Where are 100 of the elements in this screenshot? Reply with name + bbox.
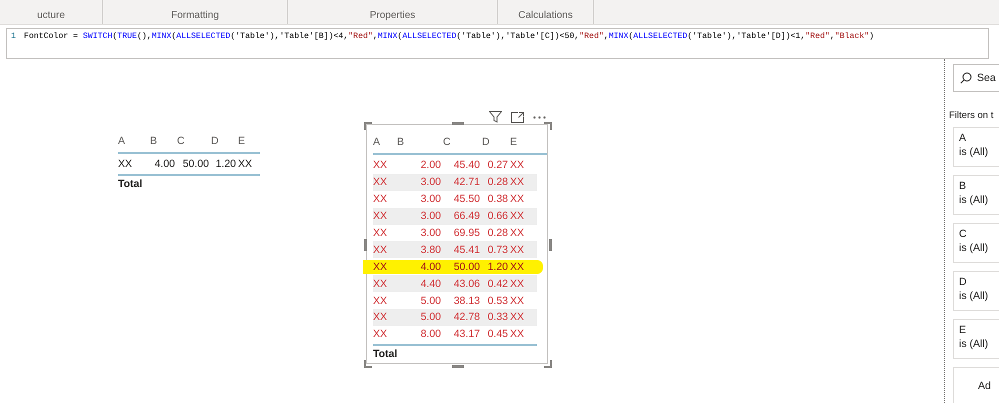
table-cell-text: XX (238, 158, 254, 170)
table-cell-text: XX (373, 244, 388, 256)
column-header[interactable]: A (118, 135, 150, 147)
table-cell-text: 50.00 (452, 260, 481, 273)
table-cell-text: 3.00 (420, 227, 442, 239)
table-cell-text: 50.00 (182, 158, 210, 170)
filter-card[interactable]: C is (All) (953, 223, 999, 263)
table-cell-text: 3.00 (420, 193, 442, 206)
table-cell-text: 0.33 (486, 311, 509, 324)
table-cell-text: 66.49 (452, 210, 481, 222)
column-header[interactable]: E (238, 135, 260, 147)
table-cell-text: 4.00 (154, 158, 176, 170)
table-cell-text: 0.53 (486, 294, 509, 307)
table-cell-text: XX (373, 260, 388, 273)
table-cell-text: 1.20 (486, 260, 509, 273)
filter-condition: is (All) (959, 193, 988, 207)
formula-field[interactable]: 1 FontColor = SWITCH(TRUE(),MINX(ALLSELECTED('Table'),'Table'[B])<4,"Red",MINX(ALLSELECTED('Table'),'Table'[C])<50,"Red",MINX(ALLSELECTED('Table'),'Table'[D])<1,"Red","Black") (6, 28, 989, 59)
filter-card[interactable]: E is (All) (953, 319, 999, 359)
total-label: Total (118, 178, 142, 190)
table-cell-text: 3.00 (420, 210, 442, 222)
column-header[interactable]: A (373, 136, 397, 148)
table-cell-text: 4.40 (420, 278, 442, 290)
focus-mode-icon[interactable] (511, 112, 524, 122)
table-cell-text: 0.28 (486, 227, 509, 239)
total-label: Total (373, 348, 398, 360)
table-cell-text: 42.78 (452, 311, 481, 324)
table-cell-text: 0.28 (486, 176, 509, 188)
table-cell-text: 45.50 (452, 193, 481, 206)
table-cell-text: XX (510, 210, 526, 222)
filter-field-name: A (959, 131, 966, 145)
table-cell-text: 0.38 (486, 193, 509, 206)
table-cell-text: 2.00 (420, 159, 442, 172)
column-header[interactable]: C (443, 136, 482, 148)
table-cell-text: XX (373, 278, 388, 290)
search-icon (960, 72, 972, 84)
filter-field-name: C (959, 227, 967, 241)
table-cell-text: XX (373, 311, 388, 324)
table-cell-text: 8.00 (420, 328, 442, 340)
table-cell-text: 1.20 (214, 158, 237, 170)
table-cell-text: 42.71 (452, 176, 481, 188)
table-cell-text: XX (510, 328, 526, 340)
table-cell-text: XX (373, 328, 388, 340)
table-cell-text: XX (118, 158, 134, 170)
column-header[interactable]: B (150, 135, 177, 147)
table-cell-text: 0.73 (486, 244, 509, 256)
table-cell-text: 3.80 (420, 244, 442, 256)
table-cell-text: XX (510, 159, 526, 172)
table-cell-text: XX (373, 159, 388, 172)
table-cell-text: 0.27 (486, 159, 509, 172)
table-cell-text: XX (510, 176, 526, 188)
filter-card[interactable]: B is (All) (953, 175, 999, 215)
table-cell-text: XX (373, 176, 388, 188)
table-cell-text: 45.40 (452, 159, 481, 172)
formula-text: FontColor = SWITCH(TRUE(),MINX(ALLSELECTED('Table'),'Table'[B])<4,"Red",MINX(ALLSELECTED('Table'),'Table'[C])<50,"Red",MINX(ALLSELECTED('Table'),'Table'[D])<1,"Red","Black") (24, 32, 874, 41)
add-field-button[interactable]: Ad (953, 367, 999, 403)
table-cell-text: 5.00 (420, 311, 442, 324)
ribbon-group-label: Calculations (518, 10, 573, 21)
table-cell-text: XX (510, 260, 526, 273)
filter-field-name: D (959, 275, 967, 289)
table-cell-text: 3.00 (420, 176, 442, 188)
filter-condition: is (All) (959, 241, 988, 255)
filter-icon[interactable] (489, 111, 502, 123)
column-header[interactable]: B (397, 136, 443, 148)
column-header[interactable]: D (482, 136, 510, 148)
table-cell-text: XX (510, 294, 526, 307)
table-cell-text: XX (373, 294, 388, 307)
filter-card[interactable]: D is (All) (953, 271, 999, 311)
line-number: 1 (11, 32, 16, 41)
table-cell-text: 69.95 (452, 227, 481, 239)
table-cell-text: 0.42 (486, 278, 509, 290)
table-cell-text: 45.41 (452, 244, 481, 256)
table-cell-text: XX (510, 244, 526, 256)
search-field[interactable]: Sea (953, 64, 999, 92)
table-cell-text: 43.06 (452, 278, 481, 290)
table-cell-text: 43.17 (452, 328, 481, 340)
table-cell-text: XX (373, 227, 388, 239)
filter-card[interactable]: A is (All) (953, 127, 999, 167)
table-cell-text: 0.66 (486, 210, 509, 222)
table-cell-text: XX (510, 193, 526, 206)
table-cell-text: XX (373, 210, 388, 222)
ribbon-group-label: ucture (37, 10, 65, 21)
filter-condition: is (All) (959, 337, 988, 351)
filter-field-name: B (959, 179, 966, 193)
filter-field-name: E (959, 323, 966, 337)
ribbon-group-label: Formatting (171, 10, 219, 21)
table-cell-text: 5.00 (420, 294, 442, 307)
table-cell-text: 38.13 (452, 294, 481, 307)
filter-condition: is (All) (959, 145, 988, 159)
column-header[interactable]: C (177, 135, 211, 147)
ribbon-group-label: Properties (370, 10, 416, 21)
table-cell-text: 4.00 (420, 260, 442, 273)
table-cell-text: XX (510, 278, 526, 290)
column-header[interactable]: E (510, 136, 537, 148)
column-header[interactable]: D (211, 135, 238, 147)
more-options-icon[interactable] (533, 116, 546, 118)
table-cell-text: XX (373, 193, 388, 206)
table-cell-text: XX (510, 311, 526, 324)
filters-heading: Filters on t (949, 110, 994, 121)
filter-condition: is (All) (959, 289, 988, 303)
table-cell-text: 0.45 (486, 328, 509, 340)
